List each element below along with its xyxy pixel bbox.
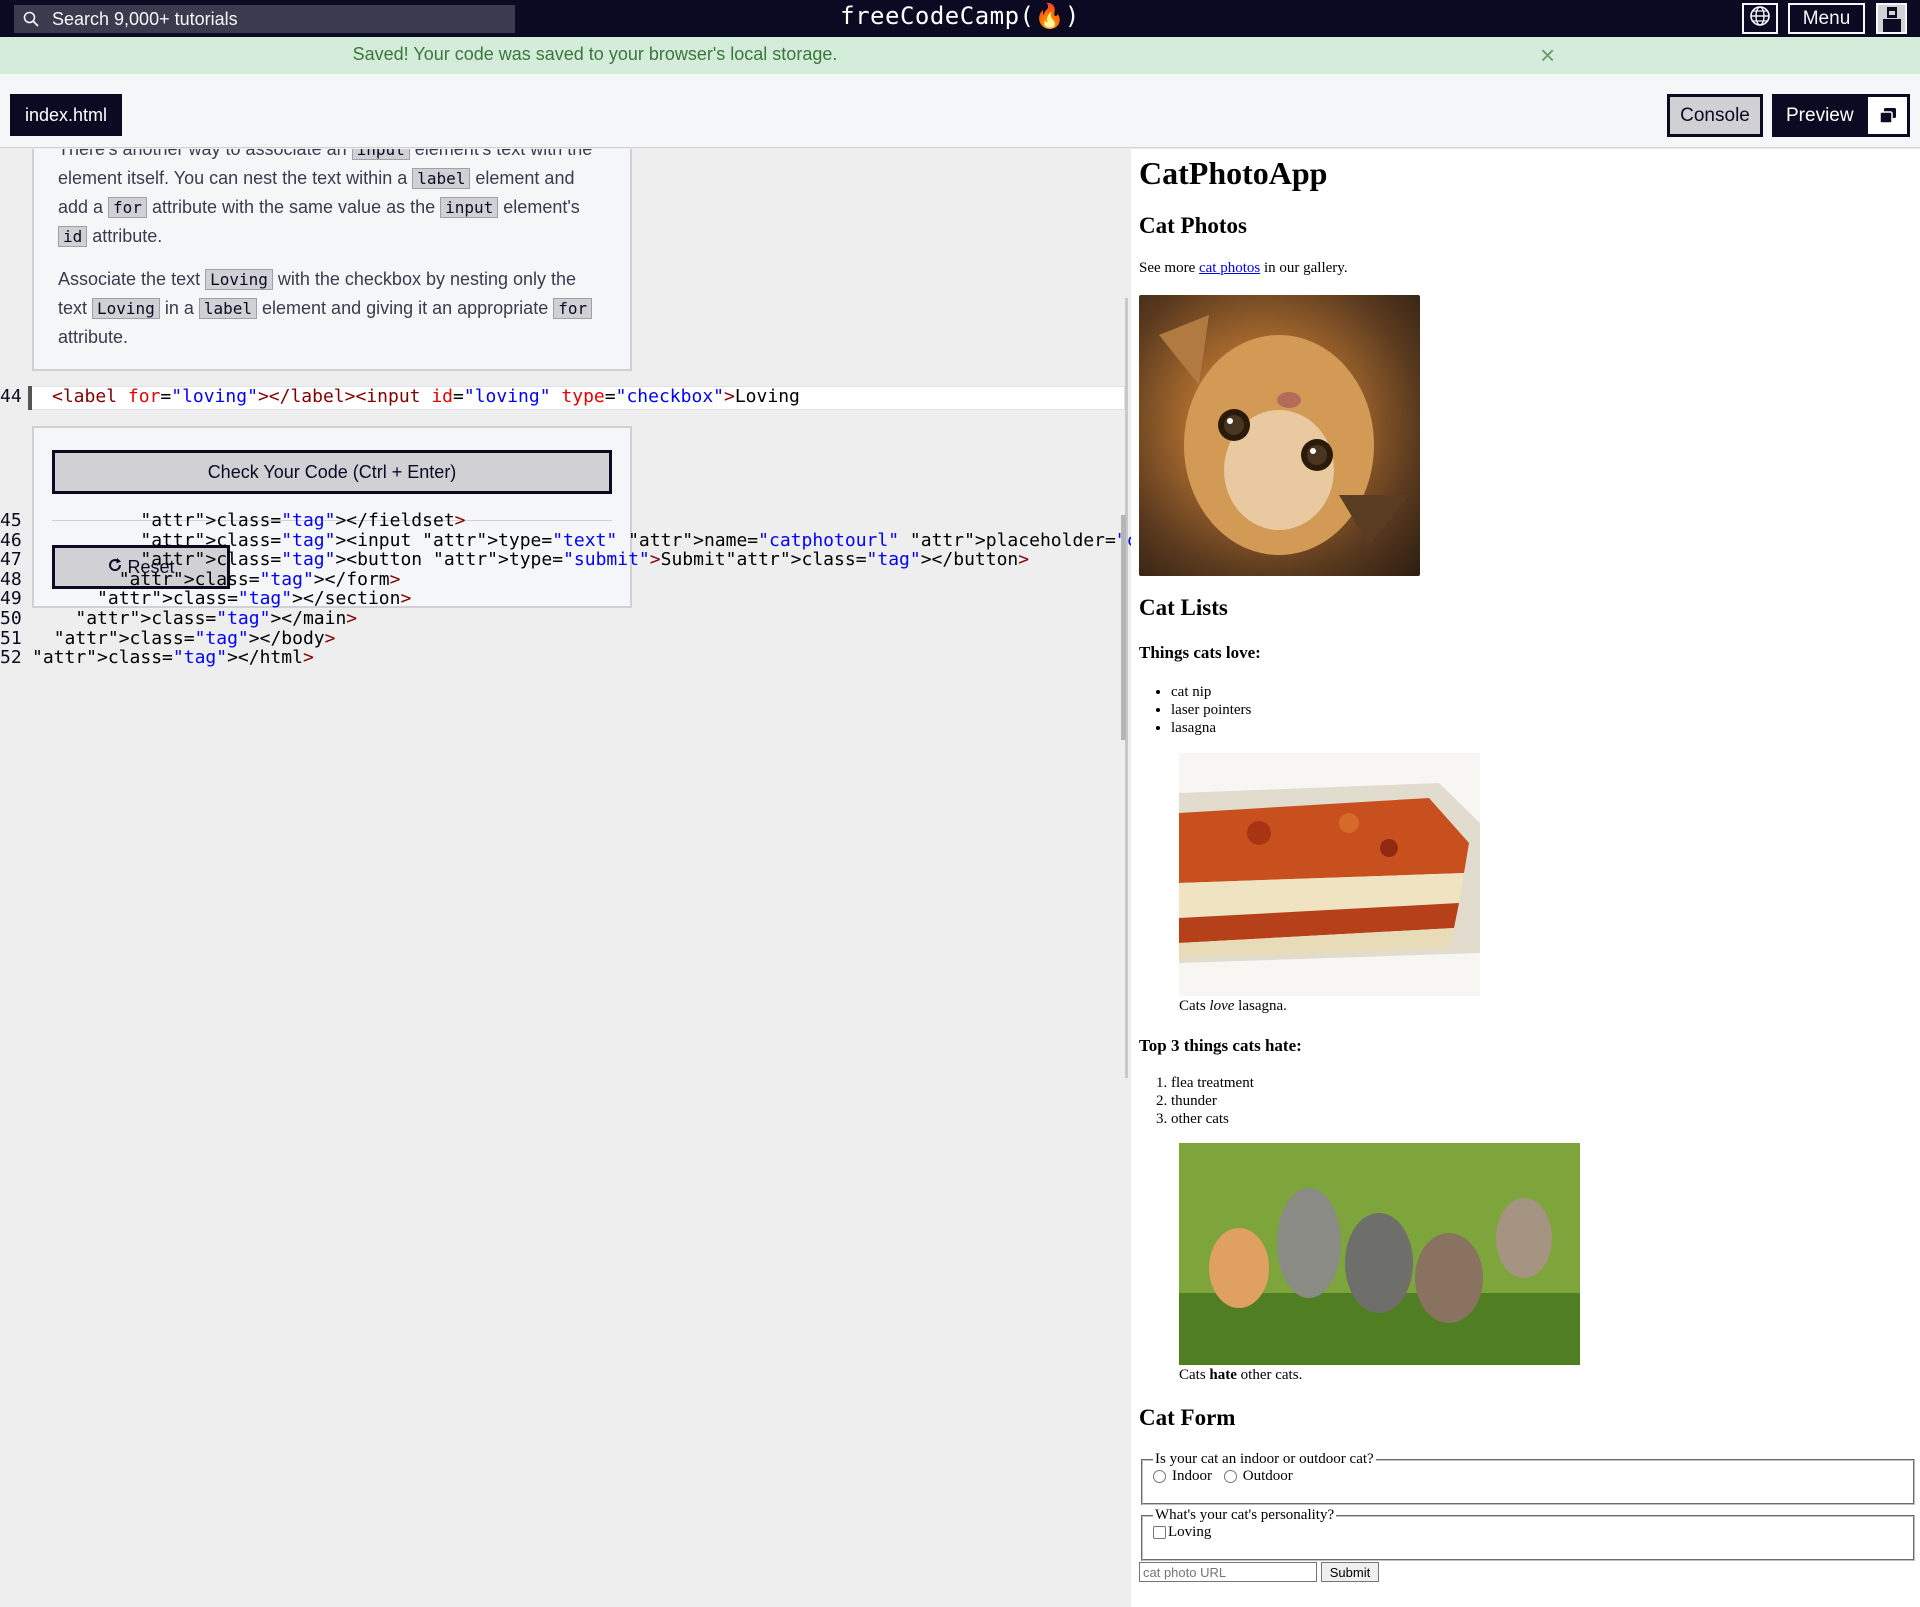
- code-text-line[interactable]: "attr">class="tag"></body>: [32, 628, 336, 649]
- inline-code: Loving: [205, 269, 273, 290]
- line-number: 52: [0, 647, 22, 669]
- user-avatar[interactable]: [1876, 3, 1907, 34]
- text: Cats: [1179, 1367, 1210, 1383]
- fieldset-legend: Is your cat an indoor or outdoor cat?: [1155, 1451, 1374, 1467]
- tab-index-html[interactable]: index.html: [10, 94, 122, 136]
- line-number: 44: [0, 386, 22, 407]
- list-item: thunder: [1171, 1092, 1254, 1110]
- list-item: lasagna: [1171, 719, 1251, 737]
- inline-code: input: [351, 149, 410, 160]
- editor-tab-bar: index.html Console Preview: [0, 74, 1920, 148]
- code-editor[interactable]: There's another way to associate an inpu…: [0, 149, 1387, 1607]
- text: attribute.: [58, 327, 129, 347]
- code-text-line[interactable]: "attr">class="tag"></fieldset>: [32, 510, 465, 531]
- preview-heading-cat-lists: Cat Lists: [1139, 595, 1228, 620]
- text: attribute with the same value as the: [146, 197, 441, 217]
- indoor-radio[interactable]: [1153, 1470, 1166, 1484]
- text: lasagna.: [1234, 998, 1287, 1014]
- cat-photo-url-input[interactable]: cat photo URL: [1139, 1562, 1317, 1582]
- text: in our gallery.: [1260, 260, 1348, 276]
- console-button[interactable]: Console: [1667, 94, 1763, 137]
- editable-region-marker: [28, 386, 32, 410]
- code-text-line[interactable]: "attr">class="tag"></html>: [32, 647, 314, 668]
- cat-photos-link[interactable]: cat photos: [1199, 260, 1260, 276]
- preview-button[interactable]: Preview: [1772, 94, 1910, 137]
- globe-icon: [1749, 5, 1771, 32]
- text: in a: [159, 298, 199, 318]
- inline-code: id: [58, 226, 88, 247]
- list-item: other cats: [1171, 1110, 1254, 1128]
- text: element's: [498, 197, 580, 217]
- line-number: 49: [0, 588, 22, 610]
- instructions-paragraph-2: Associate the text Loving with the check…: [58, 265, 606, 351]
- text: other cats.: [1236, 1367, 1303, 1383]
- cats-hate-list: flea treatment thunder other cats: [1139, 1074, 1254, 1128]
- check-code-button[interactable]: Check Your Code (Ctrl + Enter): [52, 450, 612, 494]
- close-icon[interactable]: ×: [1540, 40, 1555, 71]
- line-number: 47: [0, 549, 22, 571]
- code-text-line[interactable]: "attr">class="tag"></main>: [32, 608, 357, 629]
- checkbox-label-loving[interactable]: Loving: [1168, 1524, 1211, 1540]
- line-number: 46: [0, 529, 22, 551]
- editor-scrollbar[interactable]: [1121, 515, 1126, 740]
- cats-love-list: cat nip laser pointers lasagna: [1139, 683, 1251, 737]
- preview-heading-things-cats-love: Things cats love:: [1139, 643, 1261, 662]
- list-item: laser pointers: [1171, 701, 1251, 719]
- submit-button[interactable]: Submit: [1321, 1562, 1379, 1582]
- kittens-image: [1179, 1143, 1580, 1365]
- preview-heading-things-cats-hate: Top 3 things cats hate:: [1139, 1036, 1302, 1055]
- menu-button[interactable]: Menu: [1788, 3, 1865, 34]
- text: Associate the text: [58, 269, 206, 289]
- inline-code: label: [412, 168, 471, 189]
- outdoor-radio[interactable]: [1223, 1470, 1237, 1484]
- challenge-instructions: There's another way to associate an inpu…: [32, 149, 632, 371]
- text: element and giving it an appropriate: [257, 298, 554, 318]
- line-number: 48: [0, 568, 22, 590]
- line-number: 45: [0, 510, 22, 531]
- personality-fieldset: What's your cat's personality? Loving: [1141, 1507, 1915, 1561]
- line-number: 51: [0, 627, 22, 649]
- cat-photo-image[interactable]: [1139, 295, 1420, 576]
- kittens-caption: Cats hate other cats.: [1179, 1367, 1302, 1384]
- top-navigation-bar: Search 9,000+ tutorials freeCodeCamp(🔥) …: [0, 0, 1920, 37]
- code-text-line[interactable]: "attr">class="tag"></form>: [32, 569, 401, 590]
- strong-text: hate: [1209, 1367, 1237, 1383]
- lasagna-caption: Cats love lasagna.: [1179, 998, 1287, 1015]
- radio-label-outdoor[interactable]: Outdoor: [1243, 1468, 1293, 1484]
- list-item: cat nip: [1171, 683, 1251, 701]
- preview-heading-cat-form: Cat Form: [1139, 1405, 1236, 1430]
- instructions-paragraph-1: There's another way to associate an inpu…: [58, 149, 606, 251]
- inline-code: for: [553, 298, 593, 319]
- inline-code: Loving: [92, 298, 160, 319]
- radio-label-indoor[interactable]: Indoor: [1172, 1468, 1212, 1484]
- preview-heading-catphotoapp: CatPhotoApp: [1139, 155, 1328, 191]
- preview-label: Preview: [1786, 105, 1854, 126]
- preview-paragraph: See more cat photos in our gallery.: [1139, 260, 1348, 277]
- inline-code: label: [198, 298, 258, 319]
- inline-code: for: [108, 197, 147, 218]
- inline-code: input: [440, 197, 499, 218]
- preview-pane: CatPhotoApp Cat Photos See more cat phot…: [1131, 149, 1920, 1607]
- text: There's another way to associate an: [58, 149, 352, 159]
- code-text-line[interactable]: "attr">class="tag"><button "attr">type="…: [32, 549, 1029, 570]
- preview-heading-cat-photos: Cat Photos: [1139, 213, 1247, 238]
- popout-window-icon[interactable]: [1868, 97, 1907, 134]
- indoor-outdoor-fieldset: Is your cat an indoor or outdoor cat? In…: [1141, 1451, 1915, 1505]
- loving-checkbox[interactable]: [1153, 1526, 1166, 1540]
- text: attribute.: [87, 226, 163, 246]
- code-text-line[interactable]: "attr">class="tag"></section>: [32, 588, 411, 609]
- fieldset-legend: What's your cat's personality?: [1155, 1507, 1335, 1523]
- text: See more: [1139, 260, 1199, 276]
- emphasis: love: [1209, 998, 1235, 1014]
- editable-code-line[interactable]: 44 <label for="loving"></label><input id…: [0, 386, 1125, 410]
- text: Cats: [1179, 998, 1210, 1014]
- save-notification: Saved! Your code was saved to your brows…: [0, 37, 1920, 74]
- code-text-line-44[interactable]: <label for="loving"></label><input id="l…: [52, 386, 800, 407]
- freecodecamp-logo[interactable]: freeCodeCamp(🔥): [0, 2, 1920, 30]
- notification-message: Saved! Your code was saved to your brows…: [352, 44, 838, 64]
- lasagna-image: [1179, 753, 1480, 996]
- line-number: 50: [0, 608, 22, 629]
- language-button[interactable]: [1742, 3, 1778, 34]
- list-item: flea treatment: [1171, 1074, 1254, 1092]
